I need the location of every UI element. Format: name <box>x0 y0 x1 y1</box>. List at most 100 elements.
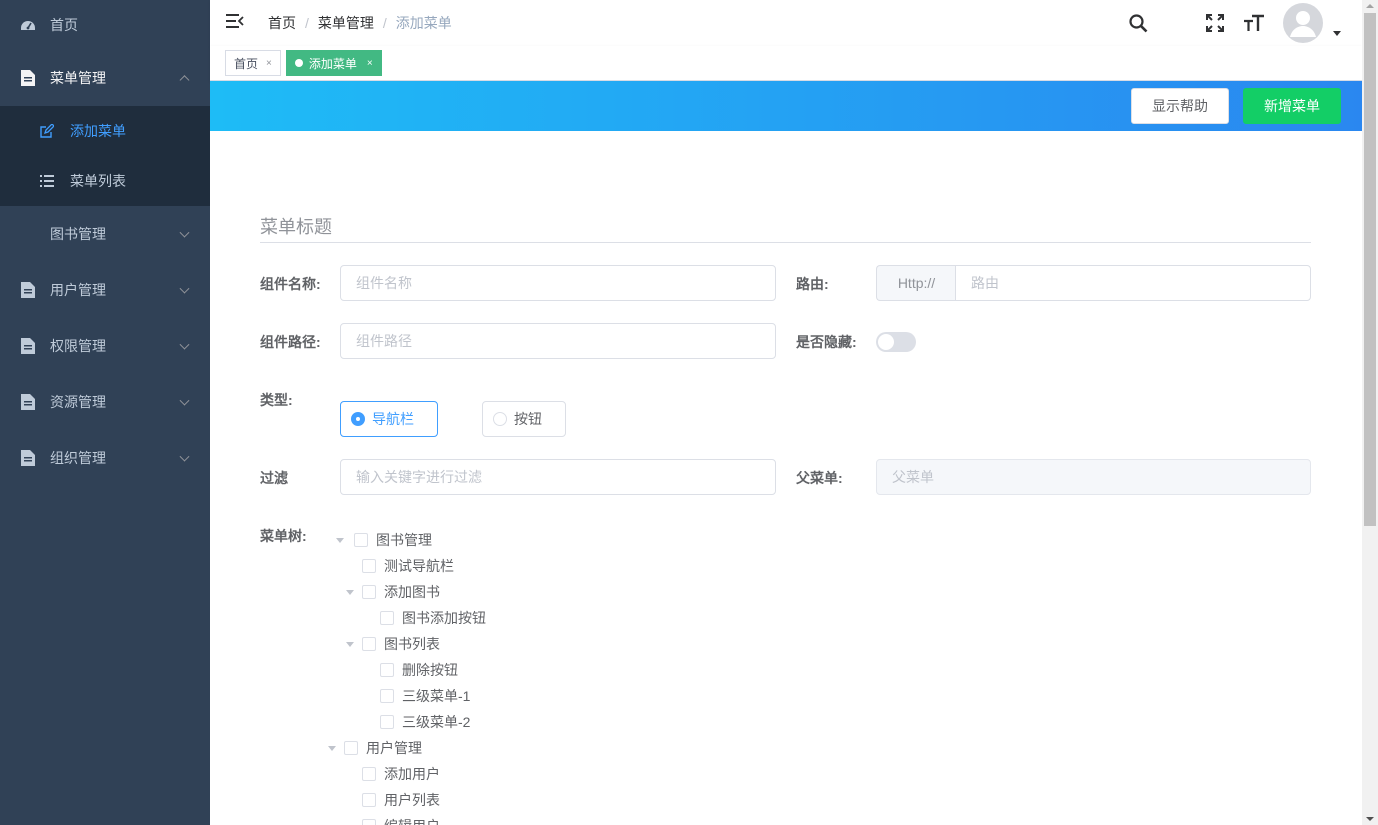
radio-label: 按钮 <box>514 411 542 427</box>
hamburger-icon[interactable] <box>226 13 246 33</box>
checkbox[interactable] <box>362 819 376 825</box>
chevron-down-icon <box>179 451 190 462</box>
document-icon <box>20 450 36 466</box>
tree-node[interactable]: 图书管理 <box>336 527 432 553</box>
scroll-thumb[interactable] <box>1364 13 1376 526</box>
tree-node[interactable]: 图书列表 <box>346 631 440 657</box>
chevron-down-icon <box>179 395 190 406</box>
navbar: 首页 / 菜单管理 / 添加菜单 <box>210 0 1362 46</box>
tree-node[interactable]: 添加用户 <box>344 761 440 787</box>
caret-down-icon[interactable] <box>346 589 354 595</box>
route-input[interactable]: 路由 <box>955 265 1311 301</box>
tag-label: 首页 <box>234 56 259 71</box>
filter-input[interactable]: 输入关键字进行过滤 <box>340 459 776 495</box>
caret-down-icon[interactable] <box>1333 30 1341 36</box>
type-radio-button[interactable]: 按钮 <box>482 401 566 437</box>
sidebar-item-menu-management[interactable]: 菜单管理 <box>0 50 210 106</box>
tree-node[interactable]: 添加图书 <box>346 579 440 605</box>
caret-down-icon[interactable] <box>328 745 336 751</box>
radio-label: 导航栏 <box>372 411 414 427</box>
caret-down-icon[interactable] <box>346 641 354 647</box>
chevron-up-icon <box>179 75 190 86</box>
toolbar-banner: 显示帮助 新增菜单 <box>210 81 1362 131</box>
checkbox[interactable] <box>380 689 394 703</box>
checkbox[interactable] <box>380 663 394 677</box>
tree-node[interactable]: 图书添加按钮 <box>362 605 486 631</box>
checkbox[interactable] <box>362 793 376 807</box>
sidebar-item-home[interactable]: 首页 <box>0 0 210 50</box>
sidebar-item-user-management[interactable]: 用户管理 <box>0 262 210 318</box>
tree-node[interactable]: 三级菜单-1 <box>362 683 470 709</box>
switch-knob <box>878 334 894 350</box>
checkbox[interactable] <box>362 559 376 573</box>
sidebar-item-organization-management[interactable]: 组织管理 <box>0 430 210 486</box>
hidden-switch[interactable] <box>876 332 916 352</box>
sidebar-item-book-management[interactable]: 图书管理 <box>0 206 210 262</box>
breadcrumb-home[interactable]: 首页 <box>268 13 296 33</box>
scroll-down-icon[interactable] <box>1366 817 1374 821</box>
search-icon[interactable] <box>1128 13 1148 33</box>
document-icon <box>20 394 36 410</box>
tree-node[interactable]: 删除按钮 <box>362 657 458 683</box>
scroll-up-icon[interactable] <box>1366 4 1374 8</box>
right-menu <box>1128 0 1362 46</box>
tree-node-label: 测试导航栏 <box>384 558 454 574</box>
document-icon <box>20 70 36 86</box>
parent-menu-input: 父菜单 <box>876 459 1311 495</box>
sidebar-item-permission-management[interactable]: 权限管理 <box>0 318 210 374</box>
filter-label: 过滤 <box>260 470 288 486</box>
sidebar-item-add-menu[interactable]: 添加菜单 <box>0 106 210 156</box>
tree-node-label: 三级菜单-1 <box>402 688 471 704</box>
tree-node[interactable]: 用户列表 <box>344 787 440 813</box>
checkbox[interactable] <box>380 611 394 625</box>
tree-node[interactable]: 三级菜单-2 <box>362 709 470 735</box>
breadcrumb-menu-management[interactable]: 菜单管理 <box>318 13 374 33</box>
tag-add-menu[interactable]: 添加菜单 × <box>285 50 382 76</box>
sidebar-item-label: 用户管理 <box>50 282 106 298</box>
sidebar-item-resource-management[interactable]: 资源管理 <box>0 374 210 430</box>
checkbox[interactable] <box>344 741 358 755</box>
show-help-button[interactable]: 显示帮助 <box>1131 88 1229 124</box>
page-scrollbar[interactable] <box>1362 0 1378 825</box>
tree-node[interactable]: 用户管理 <box>328 735 422 761</box>
tree-node-label: 图书添加按钮 <box>402 610 486 626</box>
tree-node[interactable]: 测试导航栏 <box>344 553 454 579</box>
tree-node-label: 用户管理 <box>366 740 422 756</box>
checkbox[interactable] <box>362 585 376 599</box>
tree-node-label: 三级菜单-2 <box>402 714 471 730</box>
component-name-label: 组件名称: <box>260 276 321 292</box>
list-icon <box>40 174 54 188</box>
tag-label: 添加菜单 <box>308 56 357 71</box>
breadcrumb-separator: / <box>382 15 387 31</box>
sidebar-item-label: 权限管理 <box>50 338 106 354</box>
checkbox[interactable] <box>380 715 394 729</box>
breadcrumb: 首页 / 菜单管理 / 添加菜单 <box>268 13 452 33</box>
font-size-icon[interactable] <box>1244 13 1264 33</box>
sidebar-item-label: 图书管理 <box>50 226 106 242</box>
sidebar-item-label: 添加菜单 <box>70 123 126 139</box>
avatar[interactable] <box>1283 3 1323 43</box>
close-icon[interactable]: × <box>367 58 373 69</box>
checkbox[interactable] <box>362 637 376 651</box>
submenu-menu-management: 添加菜单 菜单列表 <box>0 106 210 206</box>
sidebar-item-menu-list[interactable]: 菜单列表 <box>0 156 210 206</box>
fullscreen-icon[interactable] <box>1205 13 1225 33</box>
type-radio-nav[interactable]: 导航栏 <box>340 401 438 437</box>
tree-node-label: 图书列表 <box>384 636 440 652</box>
chevron-down-icon <box>179 339 190 350</box>
new-menu-button[interactable]: 新增菜单 <box>1243 88 1341 124</box>
caret-down-icon[interactable] <box>336 537 344 543</box>
tree-node-label: 删除按钮 <box>402 662 458 678</box>
tag-home[interactable]: 首页 × <box>225 50 281 76</box>
tags-view: 首页 × 添加菜单 × <box>210 46 1362 81</box>
user-icon <box>1290 11 1316 37</box>
close-icon[interactable]: × <box>266 58 272 69</box>
type-label: 类型: <box>260 392 293 408</box>
checkbox[interactable] <box>354 533 368 547</box>
checkbox[interactable] <box>362 767 376 781</box>
tree-node[interactable]: 编辑用户 <box>344 813 440 825</box>
breadcrumb-separator: / <box>305 15 309 31</box>
component-path-input[interactable]: 组件路径 <box>340 323 776 359</box>
radio-checked-icon <box>351 412 365 426</box>
component-name-input[interactable]: 组件名称 <box>340 265 776 301</box>
